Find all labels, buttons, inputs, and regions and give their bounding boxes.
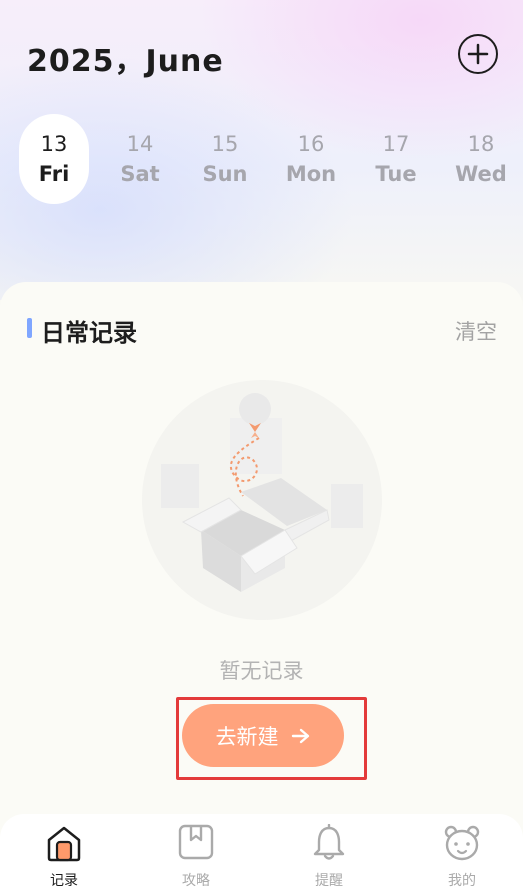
date-weekday: Wed xyxy=(455,162,507,186)
page-title: 2025，June xyxy=(27,44,224,79)
tab-label: 提醒 xyxy=(315,873,343,889)
plus-circle-icon xyxy=(467,43,489,65)
date-item-16[interactable]: 16 Mon xyxy=(276,114,346,204)
date-weekday: Sun xyxy=(202,162,248,186)
tab-label: 记录 xyxy=(50,873,78,889)
date-item-18[interactable]: 18 Wed xyxy=(446,114,516,204)
arrow-right-icon xyxy=(291,728,309,743)
date-item-14[interactable]: 14 Sat xyxy=(105,114,175,204)
date-weekday: Tue xyxy=(375,162,417,186)
create-new-label: 去新建 xyxy=(215,724,279,749)
date-item-17[interactable]: 17 Tue xyxy=(361,114,431,204)
date-number: 15 xyxy=(211,132,239,156)
tab-reminders[interactable]: 提醒 xyxy=(284,814,374,894)
section-title: 日常记录 xyxy=(41,319,137,347)
date-number: 13 xyxy=(40,132,68,156)
tab-profile[interactable]: 我的 xyxy=(417,814,507,894)
empty-state-text: 暂无记录 xyxy=(219,659,304,683)
bear-face-icon xyxy=(444,825,480,861)
add-button[interactable] xyxy=(458,34,498,74)
date-number: 16 xyxy=(297,132,325,156)
date-item-13[interactable]: 13 Fri xyxy=(19,114,89,204)
clear-button[interactable]: 清空 xyxy=(455,316,497,346)
section-accent-bar xyxy=(27,318,32,338)
tab-label: 我的 xyxy=(448,873,476,889)
tab-guides[interactable]: 攻略 xyxy=(151,814,241,894)
empty-box-illustration xyxy=(131,380,393,620)
date-strip: 13 Fri 14 Sat 15 Sun 16 Mon 17 Tue 18 We… xyxy=(19,114,523,204)
date-weekday: Sat xyxy=(120,162,160,186)
date-number: 17 xyxy=(382,132,410,156)
tab-records[interactable]: 记录 xyxy=(19,814,109,894)
create-new-button[interactable]: 去新建 xyxy=(182,704,344,767)
tab-label: 攻略 xyxy=(182,873,210,889)
bottom-tab-bar: 记录 攻略 提醒 我的 xyxy=(0,814,523,894)
bookmark-book-icon xyxy=(178,824,214,860)
header: 2025，June xyxy=(27,34,507,79)
house-icon xyxy=(47,826,81,862)
date-weekday: Fri xyxy=(38,162,70,186)
date-number: 14 xyxy=(126,132,154,156)
date-item-15[interactable]: 15 Sun xyxy=(190,114,260,204)
date-number: 18 xyxy=(467,132,495,156)
date-weekday: Mon xyxy=(285,162,337,186)
bell-icon xyxy=(313,824,345,860)
